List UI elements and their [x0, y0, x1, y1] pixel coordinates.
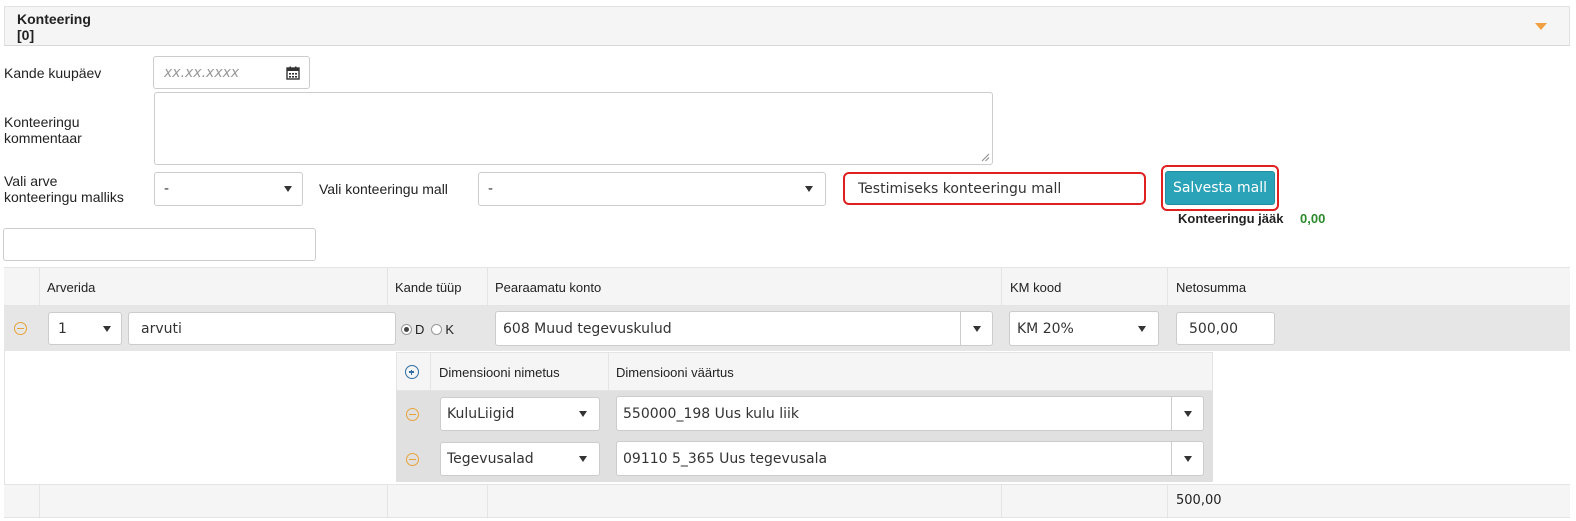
- col-header-vat: KM kood: [1010, 280, 1062, 295]
- dimension-value-value: 09110 5_365 Uus tegevusala: [623, 450, 828, 467]
- col-divider: [608, 352, 609, 391]
- remove-dimension-icon[interactable]: [406, 408, 419, 421]
- balance-value: 0,00: [1300, 211, 1326, 226]
- col-header-net: Netosumma: [1176, 280, 1247, 295]
- date-input[interactable]: xx.xx.xxxx: [153, 56, 278, 89]
- col-divider: [387, 484, 388, 518]
- chevron-down-icon: [1138, 325, 1146, 332]
- dimension-dropdown-toggle[interactable]: [1171, 442, 1203, 475]
- dimension-name-header: Dimensiooni nimetus: [439, 365, 560, 380]
- template-select[interactable]: -: [478, 172, 826, 206]
- col-divider: [1001, 484, 1002, 518]
- save-template-button[interactable]: Salvesta mall: [1165, 171, 1275, 205]
- comment-label: Konteeringu kommentaar: [4, 114, 82, 146]
- totals-row: [4, 484, 1570, 518]
- collapse-caret-icon[interactable]: [1535, 23, 1547, 30]
- line-number-value: 1: [58, 320, 67, 337]
- col-divider: [487, 484, 488, 518]
- remove-dimension-icon[interactable]: [406, 453, 419, 466]
- dimension-value-header: Dimensiooni väärtus: [616, 365, 734, 380]
- row-description-value: arvuti: [141, 320, 182, 337]
- panel-title-text: Konteering: [17, 11, 91, 27]
- dimension-name-value: KuluLiigid: [447, 406, 515, 422]
- add-dimension-icon[interactable]: [405, 365, 419, 379]
- vat-code-select[interactable]: KM 20%: [1009, 311, 1159, 346]
- debit-label: D: [415, 322, 425, 337]
- chevron-down-icon: [579, 456, 587, 462]
- panel-header[interactable]: Konteering [0]: [4, 6, 1570, 46]
- debit-radio[interactable]: [401, 324, 412, 335]
- panel-count: [0]: [17, 27, 35, 43]
- dimension-dropdown-toggle[interactable]: [1171, 397, 1203, 430]
- table-header: [4, 267, 1570, 306]
- template-label: Vali konteeringu mall: [319, 181, 448, 197]
- credit-label: K: [445, 322, 455, 337]
- vat-code-value: KM 20%: [1017, 320, 1074, 337]
- dimension-name-select[interactable]: KuluLiigid: [440, 397, 600, 431]
- template-name-value: Testimiseks konteeringu mall: [858, 180, 1062, 197]
- chevron-down-icon: [579, 411, 587, 417]
- net-total: 500,00: [1176, 493, 1222, 508]
- account-select[interactable]: 608 Muud tegevuskulud: [495, 311, 993, 346]
- col-divider: [1167, 484, 1168, 518]
- resize-handle-icon[interactable]: [981, 153, 990, 162]
- row-left-border: [4, 351, 5, 484]
- net-amount-input[interactable]: 500,00: [1176, 312, 1275, 345]
- comment-label-line2: kommentaar: [4, 130, 82, 146]
- credit-radio[interactable]: [431, 324, 443, 335]
- account-dropdown-toggle[interactable]: [960, 312, 992, 345]
- col-divider: [1001, 267, 1002, 306]
- chevron-down-icon: [103, 325, 111, 332]
- remove-row-icon[interactable]: [14, 322, 27, 335]
- dimension-name-select[interactable]: Tegevusalad: [440, 442, 600, 476]
- invoice-template-value: -: [164, 181, 170, 197]
- calendar-button[interactable]: [277, 56, 310, 89]
- col-divider: [430, 352, 431, 391]
- dimension-value-select[interactable]: 09110 5_365 Uus tegevusala: [616, 441, 1204, 476]
- comment-label-line1: Konteeringu: [4, 114, 80, 130]
- chevron-down-icon: [1183, 455, 1192, 462]
- balance-label: Konteeringu jääk: [1178, 211, 1284, 226]
- dimension-value-select[interactable]: 550000_198 Uus kulu liik: [616, 396, 1204, 431]
- net-amount-value: 500,00: [1189, 320, 1238, 337]
- row-description-input[interactable]: arvuti: [128, 312, 396, 345]
- invoice-template-label: Vali arve konteeringu malliks: [4, 173, 124, 205]
- account-value: 608 Muud tegevuskulud: [503, 320, 672, 337]
- dimension-name-value: Tegevusalad: [447, 451, 534, 467]
- col-header-type: Kande tüüp: [395, 280, 462, 295]
- col-divider: [1167, 267, 1168, 306]
- col-divider: [39, 484, 40, 518]
- col-header-account: Pearaamatu konto: [495, 280, 602, 295]
- col-header-rows: Arverida: [47, 280, 96, 295]
- chevron-down-icon: [284, 186, 292, 192]
- chevron-down-icon: [1183, 410, 1192, 417]
- entry-type-radios: D K: [401, 322, 454, 337]
- date-label: Kande kuupäev: [4, 65, 102, 81]
- chevron-down-icon: [805, 186, 813, 192]
- calendar-icon: [286, 66, 300, 80]
- invoice-template-label-line1: Vali arve: [4, 173, 58, 189]
- col-divider: [39, 267, 40, 306]
- panel-title: Konteering [0]: [17, 11, 91, 43]
- invoice-template-select[interactable]: -: [154, 172, 303, 206]
- invoice-template-label-line2: konteeringu malliks: [4, 189, 124, 205]
- dimension-value-value: 550000_198 Uus kulu liik: [623, 405, 800, 422]
- col-divider: [487, 267, 488, 306]
- col-divider: [387, 267, 388, 306]
- chevron-down-icon: [972, 325, 981, 332]
- filter-input[interactable]: [3, 228, 316, 261]
- comment-textarea[interactable]: [154, 92, 993, 165]
- template-value: -: [488, 181, 494, 197]
- template-name-input[interactable]: Testimiseks konteeringu mall: [848, 176, 1140, 201]
- date-placeholder: xx.xx.xxxx: [164, 64, 240, 81]
- line-number-select[interactable]: 1: [48, 312, 122, 345]
